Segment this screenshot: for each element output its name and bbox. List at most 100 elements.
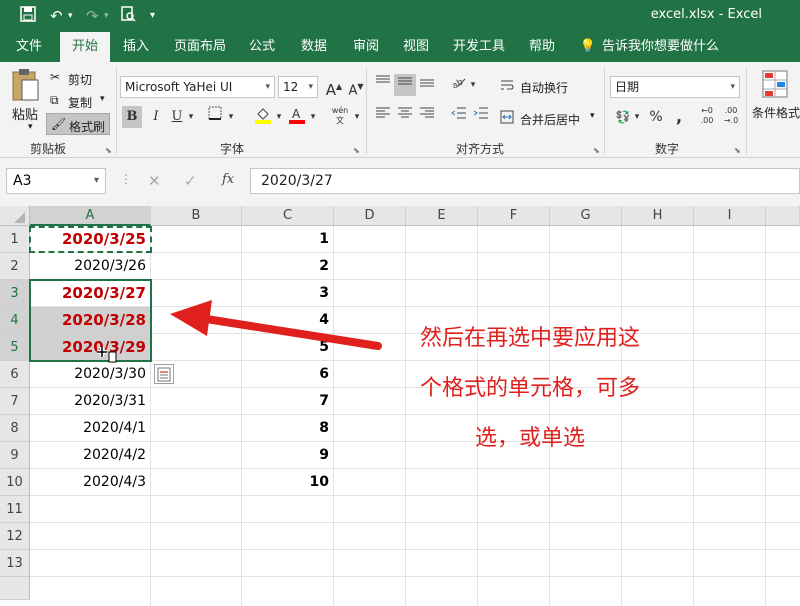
format-painter-label: 格式刷: [69, 120, 106, 134]
chevron-down-icon[interactable]: ▾: [94, 169, 99, 193]
name-box-value: A3: [13, 173, 32, 189]
tab-help[interactable]: 帮助: [524, 32, 560, 62]
align-top-icon[interactable]: [372, 74, 394, 96]
title-bar: ↶ ▾ ↷ ▾ ▾ excel.xlsx - Excel: [0, 0, 800, 32]
enter-icon[interactable]: ✓: [184, 172, 197, 190]
copy-button[interactable]: 复制: [68, 94, 92, 111]
chevron-down-icon: ▾: [730, 82, 735, 92]
separator: [604, 68, 605, 154]
annotation-text: 然后在再选中要应用这 个格式的单元格，可多 选，或单选: [380, 314, 680, 464]
paste-icon[interactable]: [10, 68, 40, 102]
cut-icon[interactable]: ✂: [50, 70, 60, 84]
name-box[interactable]: A3 ▾: [6, 168, 106, 194]
font-name-value: Microsoft YaHei UI: [125, 80, 233, 94]
increase-font-icon[interactable]: A▲: [324, 76, 344, 99]
font-name-select[interactable]: Microsoft YaHei UI ▾: [120, 76, 275, 98]
copy-icon[interactable]: ⧉: [50, 93, 59, 108]
border-icon[interactable]: [204, 106, 226, 128]
tab-page-layout[interactable]: 页面布局: [170, 32, 230, 62]
lightbulb-icon: 💡: [579, 39, 597, 54]
annotation-line-2: 个格式的单元格，可多: [419, 376, 640, 401]
phonetic-icon[interactable]: wén 文: [328, 106, 352, 128]
align-left-icon[interactable]: [372, 106, 394, 128]
tab-review[interactable]: 审阅: [348, 32, 384, 62]
chevron-down-icon: ▾: [265, 82, 270, 92]
orientation-icon[interactable]: ab: [448, 74, 468, 96]
number-launcher-icon[interactable]: ⬊: [734, 146, 741, 155]
phonetic-label: wén: [331, 106, 349, 115]
paste-dropdown-icon[interactable]: ▾: [28, 122, 33, 132]
conditional-format-icon[interactable]: [762, 70, 788, 98]
decrease-indent-icon[interactable]: [448, 106, 470, 128]
align-bottom-icon[interactable]: [416, 74, 438, 96]
alignment-launcher-icon[interactable]: ⬊: [593, 146, 600, 155]
svg-text:A: A: [292, 107, 301, 121]
underline-dropdown-icon[interactable]: ▾: [186, 106, 196, 128]
tell-me-search[interactable]: 告诉我你想要做什么: [602, 32, 732, 62]
fill-color-icon[interactable]: [252, 106, 274, 128]
wrap-text-button[interactable]: 自动换行: [520, 79, 568, 96]
number-format-select[interactable]: 日期 ▾: [610, 76, 740, 98]
orientation-dropdown-icon[interactable]: ▾: [468, 74, 478, 96]
insert-function-icon[interactable]: fx: [222, 172, 234, 187]
percent-icon[interactable]: %: [646, 106, 666, 128]
border-dropdown-icon[interactable]: ▾: [226, 106, 236, 128]
number-format-value: 日期: [615, 80, 640, 94]
align-right-icon[interactable]: [416, 106, 438, 128]
separator: [366, 68, 367, 154]
font-size-value: 12: [283, 80, 299, 94]
separator: [116, 68, 117, 154]
tab-file[interactable]: 文件: [8, 32, 50, 62]
tab-view[interactable]: 视图: [398, 32, 434, 62]
font-color-icon[interactable]: A: [286, 106, 308, 128]
spreadsheet-grid[interactable]: A B C D E F G H I 1 2 3 4 5 6 7 8 9 10 1…: [0, 206, 800, 606]
window-title: excel.xlsx - Excel: [650, 7, 762, 22]
merge-dropdown-icon[interactable]: ▾: [590, 111, 595, 121]
ribbon: 粘贴 ▾ ✂ 剪切 ⧉ 复制 ▾ 🖌 格式刷 剪贴板 ⬊ Microsoft Y…: [0, 62, 800, 158]
merge-center-icon[interactable]: [500, 110, 514, 127]
clipboard-launcher-icon[interactable]: ⬊: [105, 146, 112, 155]
comma-style-icon[interactable]: ,: [668, 106, 690, 128]
tab-insert[interactable]: 插入: [116, 32, 156, 62]
italic-button[interactable]: I: [146, 106, 166, 128]
svg-text:ab: ab: [450, 77, 465, 88]
increase-decimal-icon[interactable]: ←0.00: [696, 106, 718, 128]
cut-button[interactable]: 剪切: [68, 71, 92, 88]
merge-center-button[interactable]: 合并后居中: [520, 111, 580, 128]
decrease-font-icon[interactable]: A▼: [346, 76, 366, 98]
font-size-select[interactable]: 12 ▾: [278, 76, 318, 98]
conditional-format-button[interactable]: 条件格式: [752, 104, 800, 121]
accounting-icon[interactable]: 💱: [612, 106, 634, 128]
fill-dropdown-icon[interactable]: ▾: [274, 106, 284, 128]
phonetic-dropdown-icon[interactable]: ▾: [352, 106, 362, 128]
formula-input[interactable]: 2020/3/27: [250, 168, 800, 194]
paste-button[interactable]: 粘贴: [12, 104, 38, 123]
cancel-icon[interactable]: ✕: [148, 172, 161, 190]
font-color-dropdown-icon[interactable]: ▾: [308, 106, 318, 128]
tab-developer[interactable]: 开发工具: [450, 32, 508, 62]
tab-data[interactable]: 数据: [296, 32, 332, 62]
wrap-text-icon[interactable]: [500, 78, 514, 95]
clipboard-group-label: 剪贴板: [30, 142, 67, 156]
accounting-dropdown-icon[interactable]: ▾: [632, 106, 642, 128]
ribbon-tabs: 文件 开始 插入 页面布局 公式 数据 审阅 视图 开发工具 帮助 💡 告诉我你…: [0, 32, 800, 62]
annotation-line-3: 选，或单选: [474, 426, 585, 451]
align-center-icon[interactable]: [394, 106, 416, 128]
increase-indent-icon[interactable]: [470, 106, 492, 128]
more-icon: ⋮: [120, 172, 132, 186]
number-group-label: 数字: [655, 142, 680, 156]
copy-dropdown-icon[interactable]: ▾: [100, 94, 105, 104]
tab-formulas[interactable]: 公式: [244, 32, 280, 62]
tab-home[interactable]: 开始: [60, 32, 110, 62]
chevron-down-icon: ▾: [308, 82, 313, 92]
format-painter-button[interactable]: 🖌 格式刷: [46, 113, 110, 135]
align-middle-icon[interactable]: [394, 74, 416, 96]
annotation-line-1: 然后在再选中要应用这: [419, 326, 640, 351]
separator: [746, 68, 747, 154]
font-launcher-icon[interactable]: ⬊: [353, 146, 360, 155]
underline-button[interactable]: U: [168, 106, 186, 128]
format-painter-icon: 🖌: [51, 117, 67, 131]
bold-button[interactable]: B: [122, 106, 142, 128]
decrease-decimal-icon[interactable]: .00 →.0: [720, 106, 742, 128]
font-group-label: 字体: [220, 142, 245, 156]
